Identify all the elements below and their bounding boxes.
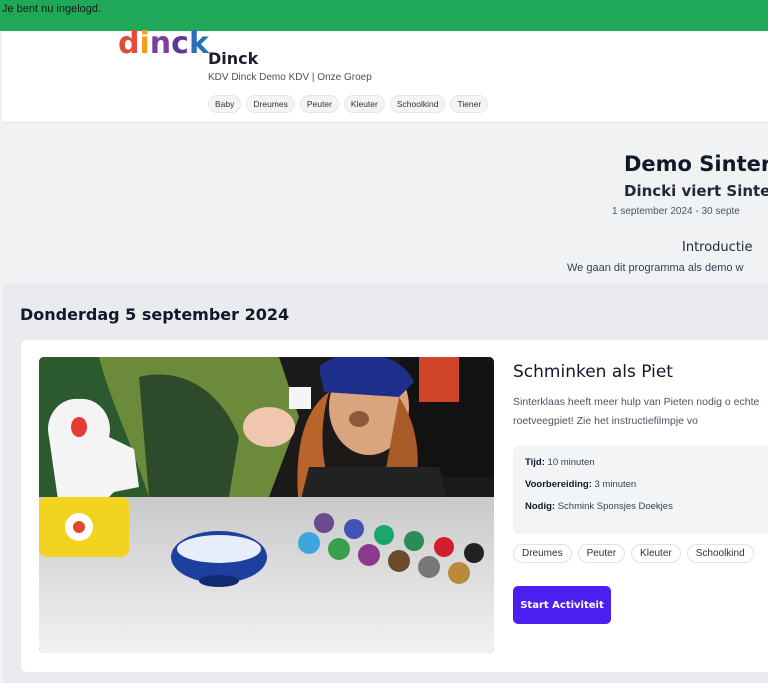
logo-letter-i: i [139,26,150,61]
activity-tag-peuter: Peuter [577,544,626,563]
program-subtitle: Dincki viert Sinte [624,182,768,200]
start-activity-button[interactable]: Start Activiteit [513,586,611,624]
activity-details: Tijd: 10 minuten Voorbereiding: 3 minute… [513,446,768,534]
banner-text: Je bent nu ingelogd. [2,3,102,15]
brand-title: Dinck [208,49,259,68]
age-tag-kleuter: Kleuter [343,95,385,113]
program-title: Demo Sinterl [624,152,768,176]
logo-letter-k: k [188,26,209,61]
intro-text: We gaan dit programma als demo w [567,262,744,274]
detail-time-value: 10 minuten [547,457,595,468]
activity-description: Sinterklaas heeft meer hulp van Pieten n… [513,396,760,427]
logo-letter-n: n [149,26,172,61]
activity-tag-kleuter: Kleuter [631,544,681,563]
detail-time-label: Tijd: [525,457,545,468]
detail-prep-value: 3 minuten [594,479,637,490]
detail-prep-label: Voorbereiding: [525,479,592,490]
logo-letter-c: c [171,26,189,61]
activity-title: Schminken als Piet [513,362,673,382]
day-title: Donderdag 5 september 2024 [20,305,290,324]
logo-letter-d: d [118,26,140,61]
age-tag-dreumes: Dreumes [246,95,295,113]
detail-time: Tijd: 10 minuten [525,457,595,468]
age-tag-baby: Baby [208,95,242,113]
detail-preparation: Voorbereiding: 3 minuten [525,479,636,490]
brand-subtitle: KDV Dinck Demo KDV | Onze Groep [208,72,372,83]
activity-age-tags: Dreumes Peuter Kleuter Schoolkind [513,544,754,563]
age-tag-schoolkind: Schoolkind [389,95,446,113]
detail-need-value: Schmink Sponsjes Doekjes [557,501,673,512]
detail-needed: Nodig: Schmink Sponsjes Doekjes [525,501,673,512]
activity-tag-dreumes: Dreumes [513,544,572,563]
age-tag-tiener: Tiener [450,95,489,113]
age-group-tags: Baby Dreumes Peuter Kleuter Schoolkind T… [208,95,489,113]
activity-tag-schoolkind: Schoolkind [686,544,754,563]
dinck-logo[interactable]: dinck [118,27,209,61]
age-tag-peuter: Peuter [299,95,339,113]
intro-heading: Introductie [682,240,753,255]
login-success-banner: Je bent nu ingelogd. [0,0,768,31]
program-dates: 1 september 2024 - 30 septe [612,206,740,217]
activity-photo [39,357,494,653]
detail-need-label: Nodig: [525,501,556,512]
